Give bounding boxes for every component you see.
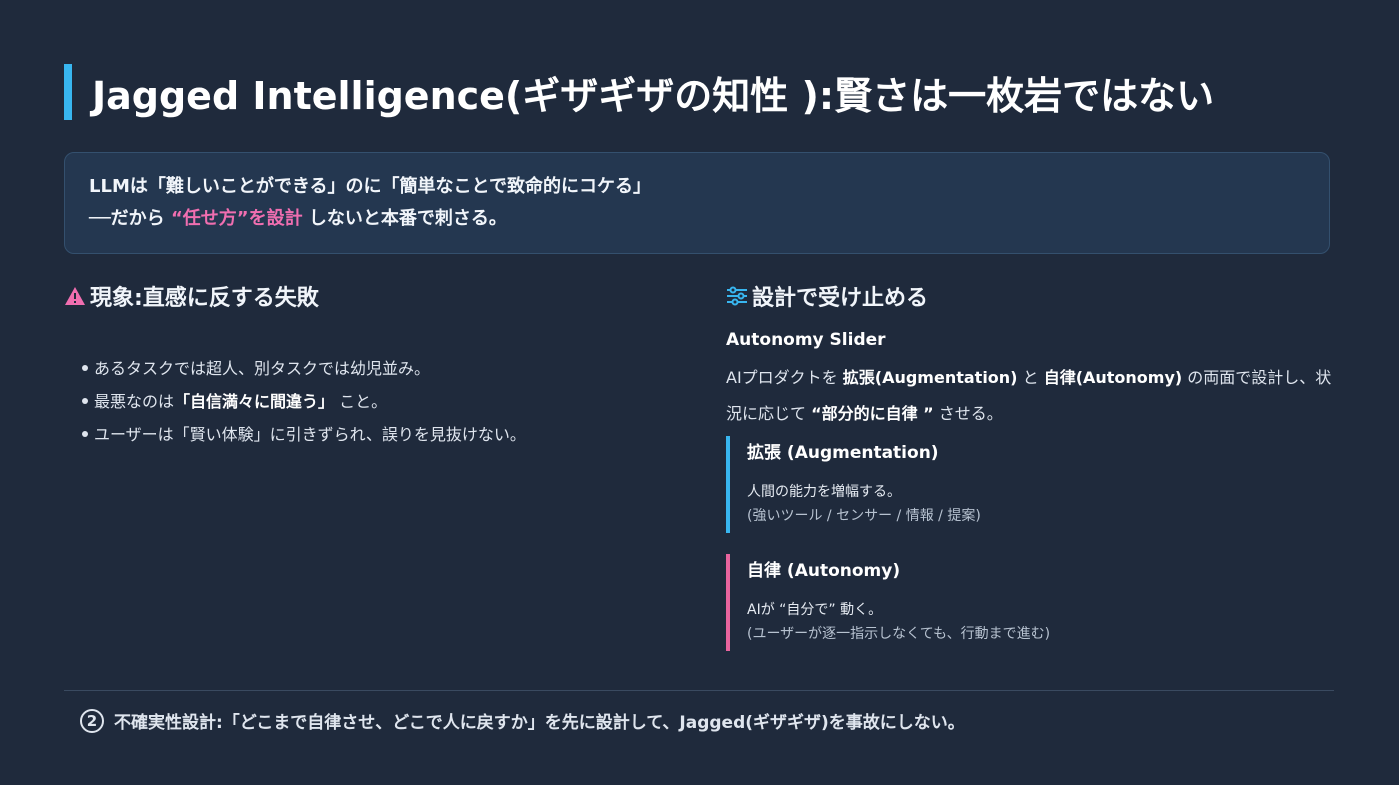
- summary-callout: LLMは「難しいことができる」のに「簡単なことで致命的にコケる」 ──だから “…: [64, 152, 1330, 254]
- title-accent-bar: [64, 64, 72, 120]
- list-item: 最悪なのは「自信満々に間違う」 こと。: [82, 385, 526, 418]
- design-heading: 設計で受け止める: [726, 280, 1336, 312]
- bullet-dot: [82, 364, 88, 371]
- desc-augmentation: 拡張(Augmentation): [842, 368, 1018, 387]
- footer-note: 2 不確実性設計:「どこまで自律させ、どこで人に戻すか」を先に設計して、Jagg…: [80, 708, 965, 733]
- bullet-emphasis: 「自信満々に間違う」: [174, 392, 335, 411]
- desc-text: と: [1017, 368, 1044, 387]
- list-item: あるタスクでは超人、別タスクでは幼児並み。: [82, 352, 526, 385]
- design-section: 設計で受け止める Autonomy Slider AIプロダクトを 拡張(Aug…: [726, 280, 1336, 651]
- phenomenon-section: 現象:直感に反する失敗 あるタスクでは超人、別タスクでは幼児並み。 最悪なのは「…: [64, 280, 684, 444]
- sliders-icon: [726, 285, 748, 307]
- warning-icon: [64, 286, 86, 306]
- phenomenon-heading-text: 現象:直感に反する失敗: [90, 286, 319, 311]
- augmentation-card: 拡張 (Augmentation) 人間の能力を増幅する。 (強いツール / セ…: [726, 436, 1167, 533]
- autonomy-card-title: 自律 (Autonomy): [747, 561, 901, 581]
- design-heading-text: 設計で受け止める: [752, 286, 929, 311]
- augmentation-card-line2: (強いツール / センサー / 情報 / 提案): [747, 508, 981, 524]
- autonomy-slider-title: Autonomy Slider: [726, 330, 886, 350]
- footer-divider: [64, 690, 1334, 691]
- autonomy-card: 自律 (Autonomy) AIが “自分で” 動く。 (ユーザーが逐一指示しな…: [726, 554, 1167, 651]
- list-item: ユーザーは「賢い体験」に引きずられ、誤りを見抜けない。: [82, 418, 526, 451]
- bullet-dot: [82, 397, 88, 404]
- bullet-text-suffix: こと。: [334, 392, 388, 411]
- augmentation-card-title: 拡張 (Augmentation): [747, 443, 939, 463]
- phenomenon-heading: 現象:直感に反する失敗: [64, 280, 684, 312]
- callout-line-2-suffix: しないと本番で刺さる。: [302, 208, 507, 229]
- bullet-dot: [82, 430, 88, 437]
- autonomy-card-line1: AIが “自分で” 動く。: [747, 602, 883, 618]
- page-title: Jagged Intelligence(ギザギザの知性 ):賢さは一枚岩ではない: [92, 73, 1215, 118]
- desc-text: させる。: [933, 404, 1003, 423]
- bullet-text: ユーザーは「賢い体験」に引きずられ、誤りを見抜けない。: [94, 425, 526, 444]
- callout-line-2: ──だから “任せ方”を設計 しないと本番で刺さる。: [89, 205, 1303, 233]
- augmentation-card-line1: 人間の能力を増幅する。: [747, 484, 901, 500]
- phenomenon-list: あるタスクでは超人、別タスクでは幼児並み。 最悪なのは「自信満々に間違う」 こと…: [82, 352, 526, 451]
- callout-highlight: “任せ方”を設計: [170, 208, 303, 229]
- circled-number-badge: 2: [80, 708, 104, 733]
- desc-highlight: “部分的に自律 ”: [811, 404, 934, 423]
- desc-autonomy: 自律(Autonomy): [1043, 368, 1183, 387]
- callout-line-2-prefix: ──だから: [89, 208, 171, 229]
- autonomy-slider-description: AIプロダクトを 拡張(Augmentation) と 自律(Autonomy)…: [726, 360, 1336, 432]
- autonomy-card-line2: (ユーザーが逐一指示しなくても、行動まで進む): [747, 626, 1051, 642]
- bullet-text: あるタスクでは超人、別タスクでは幼児並み。: [94, 359, 431, 378]
- footer-text: 不確実性設計:「どこまで自律させ、どこで人に戻すか」を先に設計して、Jagged…: [114, 713, 965, 733]
- bullet-text: 最悪なのは: [94, 392, 175, 411]
- desc-text: AIプロダクトを: [726, 368, 843, 387]
- callout-line-1: LLMは「難しいことができる」のに「簡単なことで致命的にコケる」: [89, 176, 651, 197]
- title-block: Jagged Intelligence(ギザギザの知性 ):賢さは一枚岩ではない: [64, 64, 1214, 120]
